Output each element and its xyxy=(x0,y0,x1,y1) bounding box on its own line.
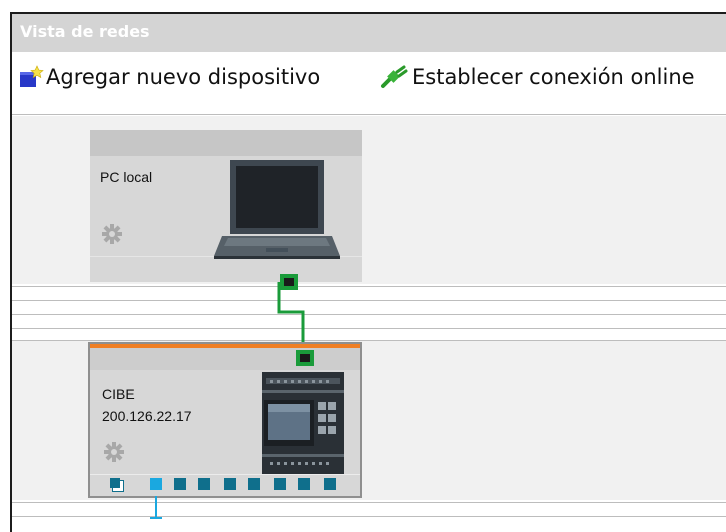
gear-icon[interactable] xyxy=(102,440,126,464)
grid-line xyxy=(12,286,726,287)
laptop-icon xyxy=(214,160,340,259)
connection-plug-icon xyxy=(381,65,408,88)
io-port[interactable] xyxy=(274,478,286,490)
io-port[interactable] xyxy=(198,478,210,490)
window-title: Vista de redes xyxy=(20,22,150,41)
device-divider xyxy=(90,474,360,475)
grid-line xyxy=(12,328,726,329)
network-view-window: Vista de redes Agregar nuevo dispositivo… xyxy=(10,12,726,532)
network-connection[interactable] xyxy=(268,278,318,352)
go-online-button[interactable]: Establecer conexión online xyxy=(380,64,695,90)
io-port-selected[interactable] xyxy=(150,478,162,490)
io-port[interactable] xyxy=(174,478,186,490)
toolbar: Agregar nuevo dispositivo Establecer con… xyxy=(12,52,726,102)
add-new-device-button[interactable]: Agregar nuevo dispositivo xyxy=(18,64,320,90)
grid-line xyxy=(12,502,726,503)
port-stub-connector[interactable] xyxy=(146,496,166,524)
device-header xyxy=(90,348,360,370)
gear-icon[interactable] xyxy=(100,222,124,246)
io-port[interactable] xyxy=(298,478,310,490)
device-name: PC local xyxy=(100,169,153,185)
device-name: CIBE xyxy=(102,386,135,402)
add-new-device-label: Agregar nuevo dispositivo xyxy=(46,65,321,89)
new-device-icon xyxy=(20,65,44,87)
ethernet-port-icon[interactable] xyxy=(296,350,314,366)
device-ip-address: 200.126.22.17 xyxy=(102,408,192,424)
canvas-band xyxy=(12,284,726,340)
grid-line xyxy=(12,516,726,517)
plc-module-icon xyxy=(262,372,344,474)
grid-line xyxy=(12,114,726,115)
title-bar: Vista de redes xyxy=(12,14,726,52)
module-icon xyxy=(110,478,120,488)
grid-line xyxy=(12,314,726,315)
device-header xyxy=(90,130,362,156)
grid-line xyxy=(12,340,726,341)
io-port[interactable] xyxy=(324,478,336,490)
io-port[interactable] xyxy=(224,478,236,490)
go-online-label: Establecer conexión online xyxy=(412,65,695,89)
device-plc-cibe[interactable]: CIBE 200.126.22.17 xyxy=(88,342,362,498)
grid-line xyxy=(12,300,726,301)
device-pc-local[interactable]: PC local xyxy=(90,130,362,290)
io-port[interactable] xyxy=(248,478,260,490)
